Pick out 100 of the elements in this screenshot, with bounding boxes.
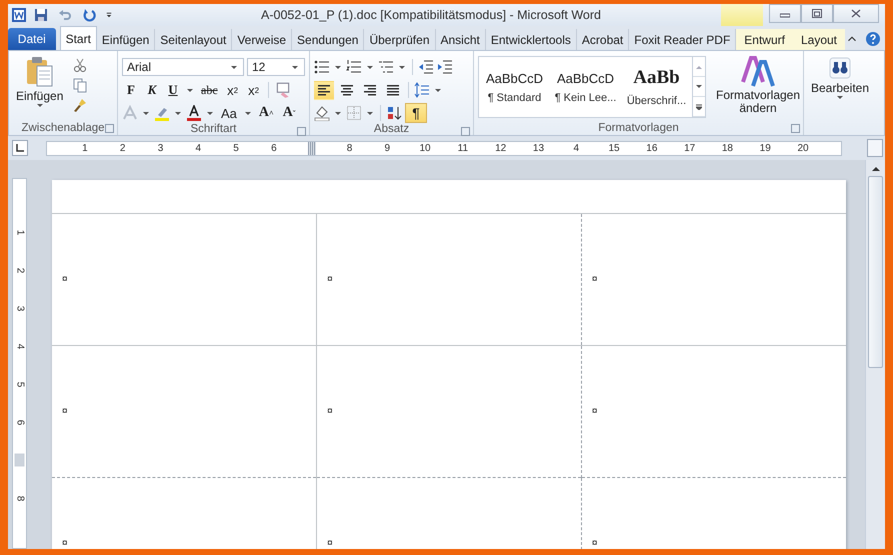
caret-icon[interactable] — [335, 66, 341, 68]
paintbrush-icon[interactable] — [72, 97, 88, 113]
font-color-icon[interactable] — [186, 105, 202, 121]
ruler-number: 1 — [14, 229, 25, 235]
shading-icon[interactable] — [314, 105, 330, 121]
ruler-number: 17 — [684, 142, 696, 154]
paste-button[interactable]: Einfügen — [13, 54, 66, 120]
redo-icon[interactable] — [81, 7, 97, 23]
caret-icon[interactable] — [244, 112, 251, 114]
ruler-number: 6 — [271, 142, 277, 154]
show-formatting-button[interactable]: ¶ — [405, 103, 427, 123]
ruler-toggle-icon[interactable] — [867, 139, 883, 157]
caret-icon[interactable] — [399, 66, 405, 68]
ruler-number: 5 — [14, 381, 25, 387]
copy-icon[interactable] — [72, 77, 88, 93]
ruler-number: 10 — [420, 142, 431, 154]
caret-icon[interactable] — [367, 112, 373, 114]
ribbon-tab[interactable]: Layout — [792, 29, 845, 50]
ruler-number: 4 — [573, 142, 580, 154]
style-preview[interactable]: AaBbCcD — [556, 70, 614, 86]
decrease-indent-icon[interactable] — [418, 59, 434, 75]
format-button[interactable]: F — [122, 80, 140, 100]
font-size-field[interactable]: 12 — [247, 58, 305, 76]
end-of-cell-mark: ¤ — [62, 274, 68, 285]
ruler-number: 15 — [608, 142, 620, 154]
restore-icon[interactable] — [812, 9, 822, 18]
close-button[interactable] — [833, 4, 879, 23]
increase-indent-icon[interactable] — [437, 59, 453, 75]
binoculars-icon[interactable] — [828, 56, 852, 80]
ruler-number: 18 — [722, 142, 733, 154]
highlighter-icon[interactable] — [154, 105, 170, 121]
ruler-number: 3 — [158, 142, 164, 154]
style-name[interactable]: Überschrif... — [626, 95, 686, 107]
format-button[interactable]: U — [164, 80, 182, 100]
file-tab[interactable]: Datei — [8, 28, 56, 50]
vertical-scrollbar[interactable] — [865, 160, 885, 549]
caret-icon[interactable] — [367, 66, 373, 68]
ruler-number: 8 — [14, 495, 25, 501]
format-button[interactable]: Aa — [218, 104, 240, 122]
ruler-number: 2 — [14, 267, 25, 273]
end-of-cell-mark: ¤ — [592, 538, 598, 549]
save-icon[interactable] — [33, 7, 49, 23]
row-marker[interactable] — [14, 454, 24, 466]
bullet-list-icon[interactable] — [314, 59, 330, 75]
caret-icon[interactable] — [435, 88, 441, 92]
format-button[interactable]: abc — [198, 80, 221, 100]
sort-icon[interactable] — [386, 105, 402, 121]
end-of-cell-mark: ¤ — [592, 406, 598, 417]
maximize-button[interactable] — [801, 4, 833, 23]
clipboard-icon[interactable] — [24, 56, 55, 88]
ruler-number: 8 — [346, 142, 352, 154]
close-icon[interactable] — [851, 9, 861, 18]
borders-icon[interactable] — [346, 105, 362, 121]
multilevel-list-icon[interactable] — [378, 59, 394, 75]
line-spacing-icon[interactable] — [414, 82, 430, 98]
ruler-number: 1 — [82, 142, 88, 154]
font-field[interactable]: Arial — [122, 58, 244, 76]
ruler-number: 3 — [14, 305, 25, 311]
horizontal-ruler[interactable]: 1 2 3 4 5 6 8 9 10 11 12 13 4 15 16 17 18 19 20 — [46, 140, 842, 156]
caret-icon[interactable] — [143, 112, 149, 114]
caret-icon[interactable] — [36, 104, 43, 107]
tab-stop-icon[interactable] — [12, 140, 28, 156]
scroll-up-icon[interactable] — [872, 166, 880, 170]
help-icon[interactable] — [865, 31, 881, 47]
caret-icon[interactable] — [187, 88, 193, 92]
column-marker[interactable] — [308, 142, 316, 154]
style-name[interactable]: ¶ Standard — [488, 92, 542, 104]
vertical-ruler[interactable]: 1 2 3 4 5 6 8 — [12, 178, 27, 549]
ruler-number: 13 — [532, 142, 544, 154]
ruler-number: 19 — [760, 142, 771, 154]
caret-icon[interactable] — [837, 96, 843, 99]
ribbon-tab[interactable]: Start — [60, 26, 97, 50]
change-styles-button[interactable]: Formatvorlagen ändern — [714, 54, 802, 120]
ruler-number: 5 — [233, 142, 239, 154]
numbered-list-icon[interactable] — [346, 59, 362, 75]
style-preview[interactable]: AaBbCcD — [486, 70, 544, 86]
caret-icon[interactable] — [335, 112, 341, 114]
minimize-button[interactable] — [769, 4, 801, 23]
caret-icon[interactable] — [175, 112, 181, 114]
format-button[interactable]: K — [143, 80, 161, 100]
ruler-number: 20 — [797, 142, 809, 154]
style-name[interactable]: ¶ Kein Lee... — [554, 92, 616, 104]
group-label: Zwischenablage — [9, 120, 117, 135]
ruler-number: 11 — [458, 142, 468, 154]
word-logo-icon[interactable] — [11, 7, 27, 23]
ruler-number: 4 — [14, 343, 25, 349]
caret-icon[interactable] — [207, 112, 213, 114]
ribbon-tab[interactable]: Entwurf — [736, 29, 793, 50]
end-of-cell-mark: ¤ — [62, 406, 68, 417]
contextual-tab-header — [721, 4, 763, 26]
end-of-cell-mark: ¤ — [592, 274, 598, 285]
ruler-number: 6 — [14, 419, 25, 425]
ruler-number: 2 — [120, 142, 126, 154]
styles-icon[interactable] — [741, 56, 775, 88]
format-button[interactable]: x$^{2}$ — [244, 80, 263, 100]
scissors-icon[interactable] — [72, 57, 88, 73]
editing-button[interactable]: Bearbeiten — [808, 54, 872, 135]
end-of-cell-mark: ¤ — [327, 538, 333, 549]
window-title: A-0052-01_P (1).doc [Kompatibilitätsmodus] - Microsoft Word — [261, 8, 602, 22]
style-preview[interactable]: AaBb — [633, 67, 680, 89]
